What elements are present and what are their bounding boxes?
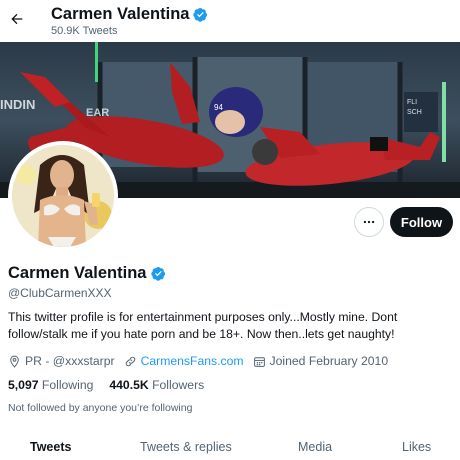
svg-text:INDIN: INDIN <box>0 97 35 112</box>
followers-count: 440.5K <box>109 378 149 392</box>
svg-text:94: 94 <box>214 103 223 112</box>
follow-button[interactable]: Follow <box>390 207 453 237</box>
following-label: Following <box>41 378 94 392</box>
profile-tabs: Tweets Tweets & replies Media Likes <box>0 436 460 460</box>
calendar-icon <box>253 356 265 367</box>
header-tweet-count: 50.9K Tweets <box>51 25 118 37</box>
followers-stat[interactable]: 440.5K Followers <box>109 378 204 392</box>
top-bar: Carmen Valentina 50.9K Tweets <box>0 0 460 42</box>
profile-handle: @ClubCarmenXXX <box>8 286 112 300</box>
tab-likes[interactable]: Likes <box>402 440 431 454</box>
location-pin-icon <box>10 355 19 368</box>
joined-text: Joined February 2010 <box>269 354 389 368</box>
profile-bio: This twitter profile is for entertainmen… <box>8 310 398 341</box>
website-item: CarmensFans.com <box>124 354 244 368</box>
header-name-row: Carmen Valentina <box>51 5 208 24</box>
profile-display-name: Carmen Valentina <box>8 264 147 282</box>
profile-meta: PR - @xxxstarpr CarmensFans.com Joined F… <box>8 352 397 370</box>
following-stat[interactable]: 5,097 Following <box>8 378 93 392</box>
location-item: PR - @xxxstarpr <box>8 354 115 368</box>
svg-text:FLI: FLI <box>407 99 417 106</box>
website-link[interactable]: CarmensFans.com <box>141 354 244 368</box>
followed-by-note: Not followed by anyone you’re following <box>8 402 193 414</box>
avatar[interactable] <box>8 141 118 251</box>
more-horizontal-icon <box>363 220 375 224</box>
verified-badge-icon <box>193 7 208 22</box>
back-button[interactable] <box>4 6 30 32</box>
profile-name-row: Carmen Valentina <box>8 264 166 283</box>
location-text: PR - @xxxstarpr <box>25 354 115 368</box>
tab-tweets-replies[interactable]: Tweets & replies <box>140 440 232 454</box>
more-options-button[interactable] <box>354 207 384 237</box>
verified-badge-icon <box>151 266 166 281</box>
followers-label: Followers <box>152 378 205 392</box>
svg-text:SCH: SCH <box>407 109 422 116</box>
arrow-left-icon <box>11 13 23 25</box>
joined-item: Joined February 2010 <box>253 354 389 368</box>
tab-tweets[interactable]: Tweets <box>30 440 71 454</box>
profile-stats: 5,097 Following 440.5K Followers <box>8 377 220 393</box>
link-icon <box>125 356 135 366</box>
following-count: 5,097 <box>8 378 39 392</box>
tab-media[interactable]: Media <box>298 440 332 454</box>
header-name: Carmen Valentina <box>51 5 190 23</box>
